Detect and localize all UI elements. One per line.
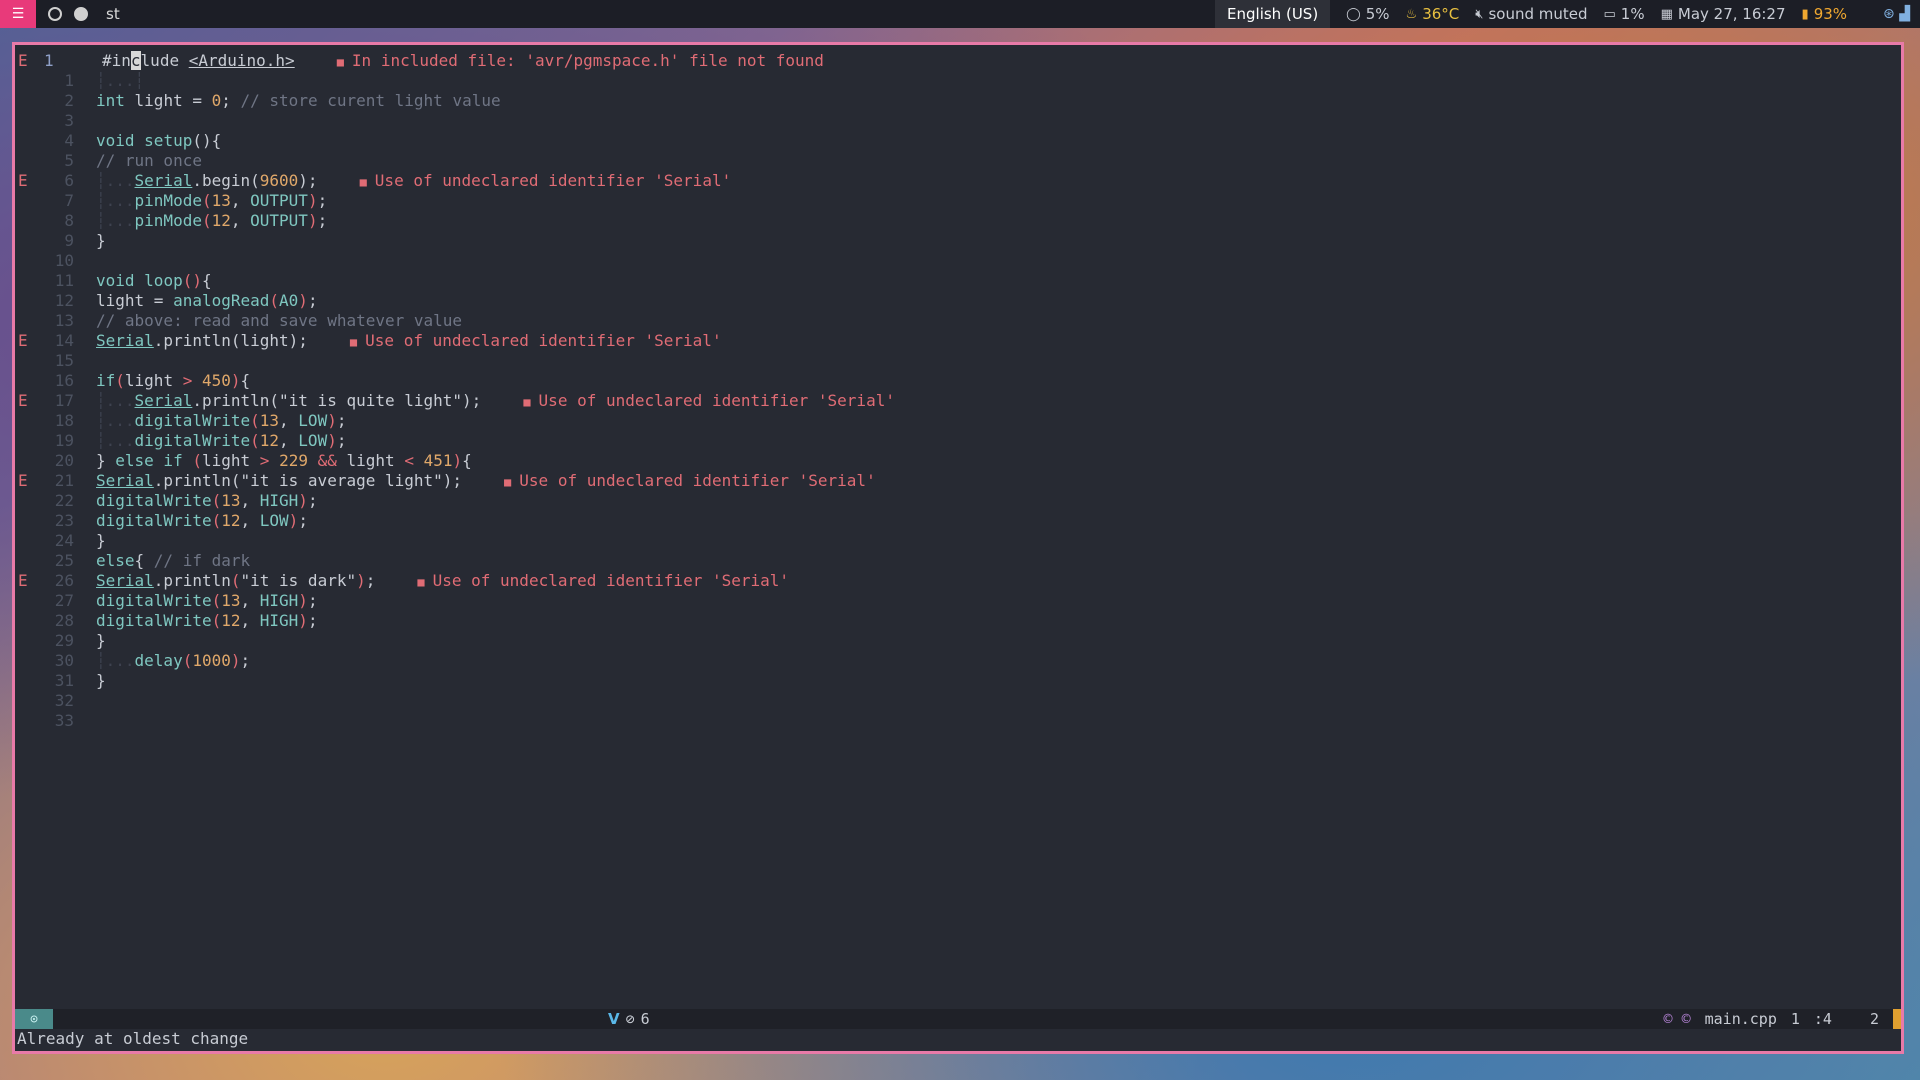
clock[interactable]: ▦ May 27, 16:27 — [1661, 5, 1786, 23]
code-line[interactable]: 31} — [15, 671, 1901, 691]
code-line[interactable]: 33 — [15, 711, 1901, 731]
code-line[interactable]: 30 ┆...delay(1000); — [15, 651, 1901, 671]
menu-icon[interactable]: ☰ — [0, 0, 36, 28]
code-line[interactable]: 5// run once — [15, 151, 1901, 171]
error-square-icon: ■ — [349, 335, 358, 349]
code-line[interactable]: E 6 ┆...Serial.begin(9600); ■ Use of undecla… — [15, 171, 1901, 191]
diagnostic-message: ■ Use of undeclared identifier 'Serial' — [504, 471, 876, 490]
disk-usage: ▭ 1% — [1603, 5, 1645, 23]
diagnostic-message: ■ Use of undeclared identifier 'Serial' — [349, 331, 722, 350]
top-bar: ☰ st English (US) ◯ 5% ♨ 36°C 🔇︎ sound mute… — [0, 0, 1920, 28]
code-line[interactable]: 32 — [15, 691, 1901, 711]
window-title: st — [106, 5, 120, 23]
calendar-icon: ▦ — [1660, 6, 1673, 22]
code-line[interactable]: 23 digitalWrite(12, LOW); — [15, 511, 1901, 531]
code-line[interactable]: 9} — [15, 231, 1901, 251]
diagnostic-message: ■ In included file: 'avr/pgmspace.h' file… — [336, 51, 824, 70]
code-editor[interactable]: E 1 #include <Arduino.h> ■ In included file:… — [15, 51, 1901, 731]
code-line[interactable]: 13// above: read and save whatever value — [15, 311, 1901, 331]
code-line[interactable]: 10 — [15, 251, 1901, 271]
error-square-icon: ■ — [523, 395, 531, 409]
code-line[interactable]: E 21 Serial.println("it is average light")… — [15, 471, 1901, 491]
code-line[interactable]: 4 void setup(){ — [15, 131, 1901, 151]
code-line[interactable]: 7 ┆...pinMode(13, OUTPUT); — [15, 191, 1901, 211]
status-line: ⊙ V ⊘ 6 © © main.cpp 1 :4 2 — [15, 1009, 1901, 1029]
code-line[interactable]: 19 ┆...digitalWrite(12, LOW); — [15, 431, 1901, 451]
code-line[interactable]: 18 ┆...digitalWrite(13, LOW); — [15, 411, 1901, 431]
code-line[interactable]: E 14 Serial.println(light); ■ Use of undecla… — [15, 331, 1901, 351]
diagnostic-message: ■ Use of undeclared identifier 'Serial' — [523, 391, 895, 410]
cpu-icon: ◯ — [1346, 6, 1361, 22]
code-line[interactable]: 2 int light = 0; // store curent light va… — [15, 91, 1901, 111]
error-square-icon: ■ — [504, 475, 512, 489]
code-line[interactable]: 8 ┆...pinMode(12, OUTPUT); — [15, 211, 1901, 231]
code-line[interactable]: 1 ┆...┆ — [15, 71, 1901, 91]
error-square-icon: ■ — [417, 575, 425, 589]
code-line[interactable]: E 1 #include <Arduino.h> ■ In included file:… — [15, 51, 1901, 71]
signal-icon[interactable]: ▟ — [1899, 6, 1910, 22]
line-number: 1 — [1790, 1010, 1800, 1028]
cpp-filetype-icon: © © — [1663, 1010, 1691, 1028]
error-square-icon: ■ — [359, 175, 367, 189]
error-square-icon: ■ — [336, 55, 344, 69]
flame-icon: ♨ — [1405, 6, 1418, 22]
code-line[interactable]: 22 digitalWrite(13, HIGH); — [15, 491, 1901, 511]
scroll-indicator — [1893, 1009, 1901, 1029]
workspace-indicator-1[interactable] — [48, 7, 62, 21]
code-line[interactable]: 25 else{ // if dark — [15, 551, 1901, 571]
code-line[interactable]: 15 — [15, 351, 1901, 371]
code-line[interactable]: 11 void loop(){ — [15, 271, 1901, 291]
command-line[interactable]: Already at oldest change — [15, 1029, 248, 1049]
code-line[interactable]: 3 — [15, 111, 1901, 131]
code-line[interactable]: 20} else if (light > 229 && light < 451)… — [15, 451, 1901, 471]
battery-icon: ▮ — [1801, 6, 1809, 22]
code-line[interactable]: 16 if(light > 450){ — [15, 371, 1901, 391]
speaker-muted-icon: 🔇︎ — [1475, 6, 1484, 22]
system-tray[interactable]: ⊛ ▟ — [1883, 6, 1910, 22]
diagnostic-message: ■ Use of undeclared identifier 'Serial' — [359, 171, 732, 190]
code-line[interactable]: E 26 Serial.println("it is dark"); ■ Use of … — [15, 571, 1901, 591]
terminal-window[interactable]: E 1 #include <Arduino.h> ■ In included file:… — [12, 42, 1904, 1054]
battery-status: ▮ 93% — [1801, 5, 1848, 23]
cpu-usage: ◯ 5% — [1346, 5, 1390, 23]
diagnostic-summary: V ⊘ 6 — [608, 1010, 650, 1028]
keyboard-layout[interactable]: English (US) — [1215, 0, 1331, 28]
column-number: :4 — [1813, 1010, 1832, 1028]
temperature: ♨ 36°C — [1405, 5, 1460, 23]
code-line[interactable]: 12 light = analogRead(A0); — [15, 291, 1901, 311]
workspace-indicator-2[interactable] — [74, 7, 88, 21]
error-circle-icon: ⊘ — [625, 1010, 635, 1028]
status-extra: 2 — [1869, 1010, 1879, 1028]
sound-status[interactable]: 🔇︎ sound muted — [1475, 5, 1587, 23]
code-line[interactable]: 24} — [15, 531, 1901, 551]
code-line[interactable]: E 17 ┆...Serial.println("it is quite light… — [15, 391, 1901, 411]
target-icon: ⊙ — [15, 1009, 53, 1029]
code-line[interactable]: 29} — [15, 631, 1901, 651]
file-name: main.cpp — [1704, 1010, 1777, 1028]
code-line[interactable]: 27 digitalWrite(13, HIGH); — [15, 591, 1901, 611]
diagnostic-message: ■ Use of undeclared identifier 'Serial' — [417, 571, 790, 590]
code-line[interactable]: 28 digitalWrite(12, HIGH); — [15, 611, 1901, 631]
laptop-icon: ▭ — [1603, 6, 1616, 22]
network-icon[interactable]: ⊛ — [1883, 6, 1895, 22]
